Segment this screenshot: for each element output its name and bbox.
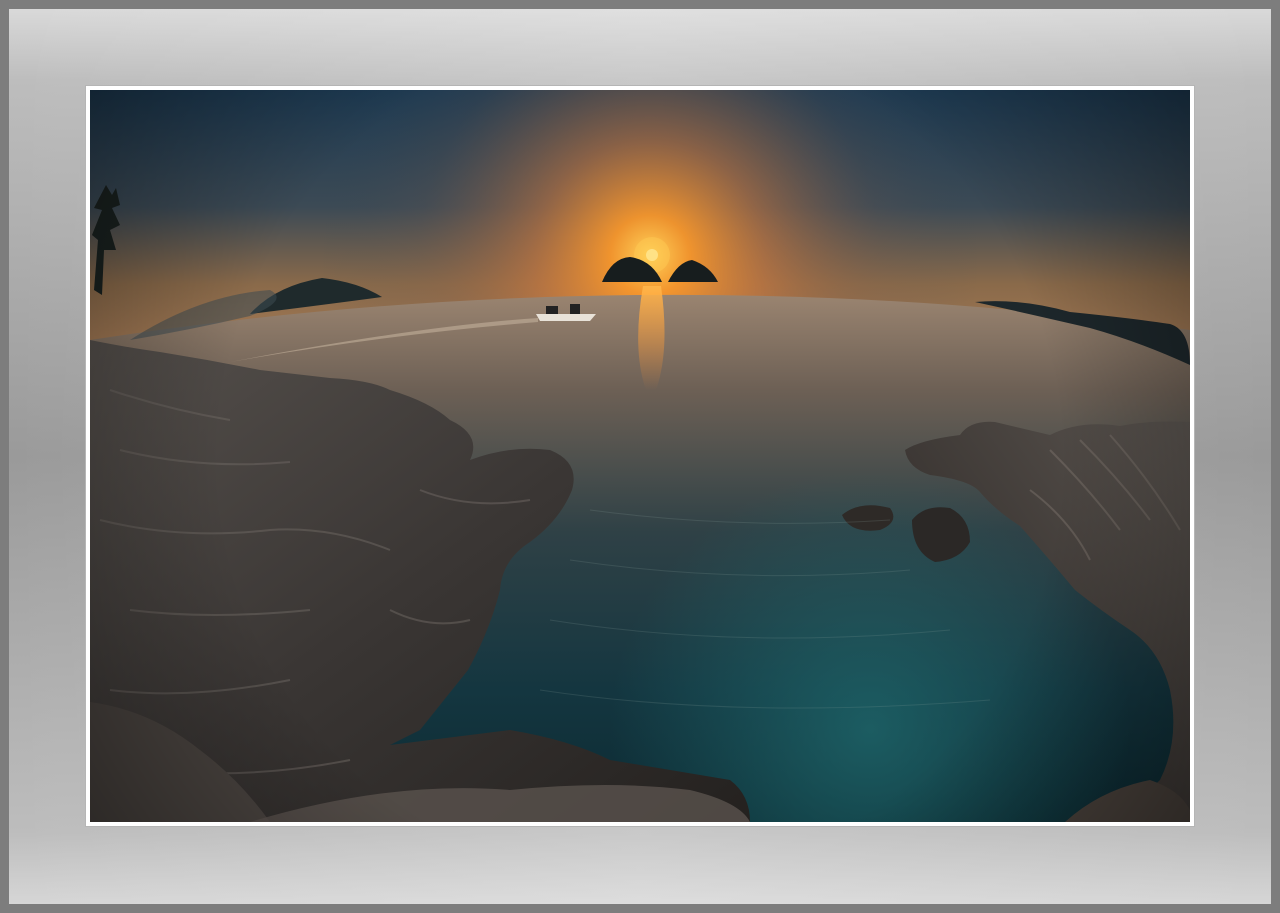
vignette [90,90,1190,822]
sunset-photo [90,90,1190,822]
